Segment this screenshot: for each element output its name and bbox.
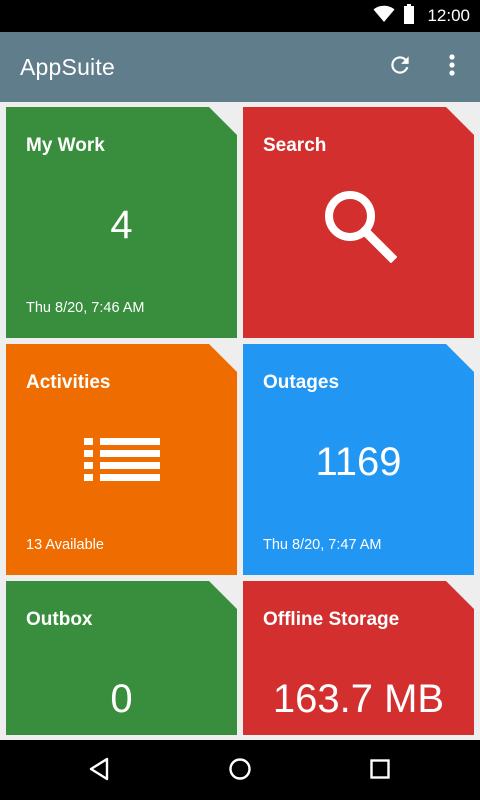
status-bar: 12:00 [0,0,480,32]
search-icon-container [243,187,474,268]
refresh-icon [387,52,413,83]
tile-value: 1169 [315,440,402,484]
tile-title: Search [263,135,327,156]
tile-corner [446,107,474,135]
recents-button[interactable] [363,754,397,788]
status-icons: 12:00 [373,0,470,32]
tile-corner [209,344,237,372]
tile-value: 163.7 MB [272,677,445,721]
tile-title: Offline Storage [263,609,400,630]
back-icon [88,757,110,786]
tile-corner [209,107,237,135]
tile-corner [446,344,474,372]
app-title: AppSuite [20,54,115,80]
tile-offline-storage[interactable]: Offline Storage 163.7 MB [243,581,474,735]
tile-subtitle: Thu 8/20, 7:47 AM [263,537,382,553]
tile-outages[interactable]: Outages 1169 Thu 8/20, 7:47 AM [243,344,474,575]
tile-title: Outbox [26,609,93,630]
tile-title: My Work [26,135,105,156]
app-bar: AppSuite [0,32,480,102]
status-time: 12:00 [427,6,470,25]
home-icon [228,757,252,786]
more-options-button[interactable] [434,49,470,85]
battery-icon [403,3,415,29]
tile-outbox[interactable]: Outbox 0 [6,581,237,735]
tile-corner [446,581,474,609]
tile-subtitle: 13 Available [26,537,104,553]
back-button[interactable] [82,754,116,788]
refresh-button[interactable] [382,49,418,85]
tile-subtitle: Thu 8/20, 7:46 AM [26,300,145,316]
list-icon [83,438,160,487]
home-button[interactable] [223,754,257,788]
more-vert-icon [448,53,456,82]
recents-icon [370,758,390,784]
navigation-bar [0,740,480,800]
search-icon [321,187,397,268]
tile-corner [209,581,237,609]
tile-my-work[interactable]: My Work 4 Thu 8/20, 7:46 AM [6,107,237,338]
tile-value: 4 [110,203,133,247]
tile-title: Activities [26,372,111,393]
tile-search[interactable]: Search [243,107,474,338]
tile-title: Outages [263,372,340,393]
wifi-icon [373,5,395,28]
tile-value: 0 [110,677,133,721]
tile-activities[interactable]: Activities 13 Available [6,344,237,575]
list-icon-container [6,438,237,487]
